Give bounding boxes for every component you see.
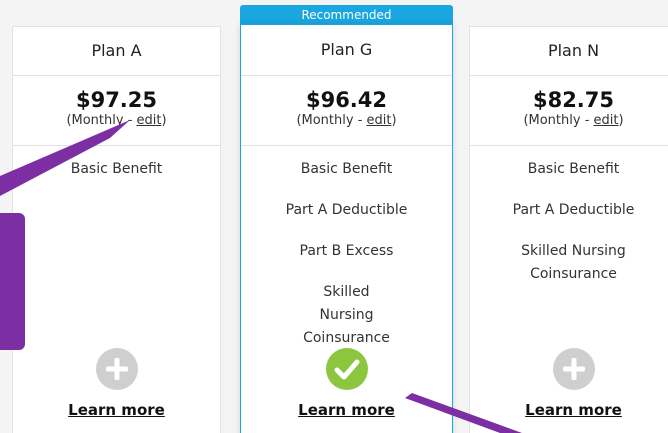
monthly-prefix: (Monthly - bbox=[523, 113, 594, 128]
price-block: $97.25 (Monthly - edit) bbox=[13, 76, 220, 146]
plan-name: Plan N bbox=[470, 27, 668, 76]
benefit-item: Skilled Nursing Coinsurance bbox=[303, 284, 390, 346]
monthly-note: (Monthly - edit) bbox=[13, 112, 220, 130]
monthly-suffix: ) bbox=[161, 113, 167, 128]
plan-price: $96.42 bbox=[305, 88, 388, 112]
monthly-note: (Monthly - edit) bbox=[470, 112, 668, 130]
learn-more-link[interactable]: Learn more bbox=[470, 401, 668, 419]
benefit-item: Part B Excess bbox=[299, 243, 394, 259]
monthly-prefix: (Monthly - bbox=[66, 113, 137, 128]
monthly-prefix: (Monthly - bbox=[296, 113, 367, 128]
monthly-suffix: ) bbox=[618, 113, 624, 128]
check-icon[interactable] bbox=[325, 348, 368, 390]
edit-link[interactable]: edit bbox=[367, 113, 392, 128]
learn-more-link[interactable]: Learn more bbox=[241, 401, 452, 419]
plan-comparison: Plan A $97.25 (Monthly - edit) Basic Ben… bbox=[0, 0, 668, 433]
benefit-item: Basic Benefit bbox=[300, 161, 393, 177]
plan-name: Plan G bbox=[241, 25, 452, 76]
price-block: $96.42 (Monthly - edit) bbox=[241, 76, 452, 146]
benefits-list: Basic Benefit Part A Deductible Skilled … bbox=[470, 146, 668, 286]
benefit-item: Skilled Nursing Coinsurance bbox=[521, 243, 626, 282]
price-block: $82.75 (Monthly - edit) bbox=[470, 76, 668, 146]
benefit-item: Part A Deductible bbox=[285, 202, 408, 218]
monthly-note: (Monthly - edit) bbox=[241, 112, 452, 130]
benefit-item: Part A Deductible bbox=[512, 202, 635, 218]
benefits-list: Basic Benefit bbox=[13, 146, 220, 181]
plan-card-g: Plan G $96.42 (Monthly - edit) Basic Ben… bbox=[240, 24, 453, 433]
benefit-item: Basic Benefit bbox=[527, 161, 620, 177]
recommended-banner: Recommended bbox=[240, 5, 453, 25]
annotation-callout-box bbox=[0, 213, 25, 350]
plan-price: $97.25 bbox=[75, 88, 158, 112]
check-icon-svg bbox=[334, 359, 359, 380]
edit-link[interactable]: edit bbox=[594, 113, 619, 128]
plus-icon[interactable] bbox=[95, 348, 138, 390]
plan-card-a: Plan A $97.25 (Monthly - edit) Basic Ben… bbox=[12, 26, 221, 433]
learn-more-link[interactable]: Learn more bbox=[13, 401, 220, 419]
plus-icon-svg bbox=[105, 358, 128, 380]
benefits-list: Basic Benefit Part A Deductible Part B E… bbox=[241, 146, 452, 350]
edit-link[interactable]: edit bbox=[137, 113, 162, 128]
plan-name: Plan A bbox=[13, 27, 220, 76]
plan-card-n: Plan N $82.75 (Monthly - edit) Basic Ben… bbox=[469, 26, 668, 433]
plan-price: $82.75 bbox=[532, 88, 615, 112]
plus-icon[interactable] bbox=[552, 348, 595, 390]
monthly-suffix: ) bbox=[391, 113, 397, 128]
benefit-item: Basic Benefit bbox=[70, 161, 163, 177]
plus-icon-svg bbox=[562, 358, 585, 380]
